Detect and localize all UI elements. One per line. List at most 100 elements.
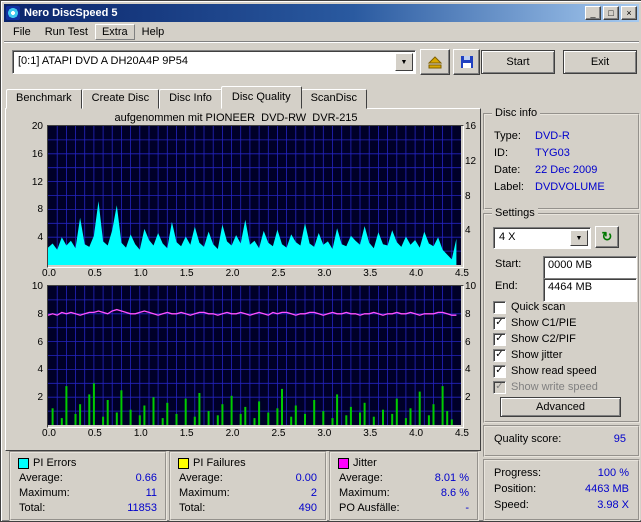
tab-disc-info[interactable]: Disc Info (159, 89, 222, 109)
pi-failures-xaxis: 0.0 0.5 1.0 1.5 2.0 2.5 3.0 3.5 4.0 4.5 (42, 428, 469, 440)
axis-tick-label: 0.5 (87, 428, 102, 439)
axis-tick-label: 8 (37, 308, 43, 320)
refresh-speed-button[interactable]: ↻ (595, 226, 619, 248)
axis-tick-label: 0.0 (42, 428, 56, 439)
axis-tick-label: 2.5 (271, 428, 286, 439)
maximize-button[interactable]: □ (603, 6, 619, 20)
pi-errors-stats: PI Errors Average: 0.66 Maximum: 11 Total:… (9, 451, 167, 521)
disc-label-value: DVDVOLUME (535, 181, 605, 193)
checkbox-show-write-speed: ✓ Show write speed (493, 379, 635, 395)
progress-value: 100 % (597, 467, 629, 479)
checkbox-box[interactable]: ✓ (493, 332, 506, 346)
stat-label: Average: (339, 472, 383, 484)
dropdown-arrow-icon[interactable]: ▼ (570, 230, 588, 246)
axis-tick-label: 0.5 (87, 268, 102, 279)
stat-label: Average: (19, 472, 63, 484)
eject-button[interactable] (420, 49, 450, 75)
floppy-save-icon (460, 56, 473, 68)
menu-extra[interactable]: Extra (94, 23, 135, 40)
recording-drive-caption: aufgenommen mit PIONEER DVD-RW DVR-215 (114, 112, 358, 124)
speed-label: Speed: (494, 499, 529, 511)
stat-title: PI Errors (33, 457, 77, 469)
nero-discspeed-window: Nero DiscSpeed 5 _ □ × File Run Test Ext… (0, 0, 641, 522)
start-button[interactable]: Start (481, 50, 555, 74)
tab-scandisc[interactable]: ScanDisc (300, 89, 368, 109)
drive-select[interactable]: [0:1] ATAPI DVD A DH20A4P 9P54 ▼ (12, 50, 416, 74)
refresh-icon: ↻ (601, 229, 613, 244)
speed-select[interactable]: 4 X ▼ (493, 227, 591, 249)
menubar: File Run Test Extra Help (4, 22, 639, 42)
axis-tick-label: 16 (465, 121, 477, 132)
stat-value: 2 (310, 487, 317, 499)
axis-tick-label: 2 (37, 392, 43, 404)
stat-value: 0.00 (295, 472, 317, 484)
stat-value: 11853 (127, 502, 157, 514)
position-label: Position: (494, 483, 537, 495)
axis-tick-label: 3.0 (317, 268, 332, 279)
axis-tick-label: 4 (37, 364, 43, 376)
tab-disc-quality[interactable]: Disc Quality (220, 86, 302, 109)
checkbox-box[interactable]: ✓ (493, 348, 506, 362)
checkbox-show-c2-pif[interactable]: ✓ Show C2/PIF (493, 331, 635, 347)
quality-score-panel: Quality score: 95 (483, 425, 640, 457)
stat-label: Total: (19, 502, 46, 514)
close-button[interactable]: × (621, 6, 637, 20)
stat-label: Maximum: (19, 487, 70, 499)
axis-tick-label: 4 (37, 232, 43, 244)
toolbar: [0:1] ATAPI DVD A DH20A4P 9P54 ▼ Start E… (4, 42, 639, 81)
disc-quality-panel: aufgenommen mit PIONEER DVD-RW DVR-215 4… (5, 108, 481, 451)
jitter-swatch (338, 457, 349, 469)
menu-run-test[interactable]: Run Test (38, 24, 95, 40)
pi-failures-jitter-chart (47, 285, 464, 428)
drive-select-value: [0:1] ATAPI DVD A DH20A4P 9P54 (18, 55, 188, 67)
axis-tick-label: 1.5 (179, 268, 194, 279)
axis-tick-label: 8 (465, 190, 471, 202)
tab-benchmark[interactable]: Benchmark (6, 89, 82, 109)
checkbox-box[interactable]: ✓ (493, 364, 506, 378)
axis-tick-label: 2.0 (225, 428, 240, 439)
settings-checkboxes: Quick scan ✓ Show C1/PIE ✓ Show C2/PIF ✓ Show … (493, 299, 635, 395)
stat-value: 0.66 (135, 472, 157, 484)
settings-title: Settings (492, 207, 538, 219)
start-position-field[interactable]: 0000 MB (543, 256, 637, 280)
tab-create-disc[interactable]: Create Disc (81, 89, 160, 109)
menu-file[interactable]: File (6, 24, 38, 40)
checkbox-box[interactable]: ✓ (493, 316, 506, 330)
advanced-button[interactable]: Advanced (500, 397, 621, 417)
axis-tick-label: 2.5 (271, 268, 286, 279)
checkbox-label: Show read speed (511, 365, 597, 377)
stat-value: 490 (298, 502, 317, 514)
pi-failures-yaxis-left: 2 4 6 8 10 (9, 281, 45, 426)
tabstrip: Benchmark Create Disc Disc Info Disc Qua… (6, 86, 368, 109)
axis-tick-label: 1.0 (133, 268, 148, 279)
checkbox-box[interactable] (493, 300, 506, 314)
save-results-button[interactable] (453, 49, 480, 75)
disc-type-value: DVD-R (535, 130, 570, 142)
checkbox-show-c1-pie[interactable]: ✓ Show C1/PIE (493, 315, 635, 331)
pi-failures-jitter-plot (48, 286, 461, 425)
pi-errors-yaxis-right: 4 8 12 16 (464, 121, 480, 266)
checkbox-label: Show C2/PIF (511, 333, 576, 345)
checkbox-label: Show jitter (511, 349, 563, 361)
titlebar: Nero DiscSpeed 5 _ □ × (4, 4, 639, 22)
dropdown-arrow-icon[interactable]: ▼ (395, 53, 413, 71)
minimize-button[interactable]: _ (585, 6, 601, 20)
axis-tick-label: 4.5 (455, 428, 469, 439)
menu-help[interactable]: Help (135, 24, 172, 40)
axis-tick-label: 20 (31, 121, 43, 132)
exit-button[interactable]: Exit (563, 50, 637, 74)
stat-value: - (465, 502, 469, 514)
start-position-label: Start: (495, 258, 522, 270)
checkbox-show-read-speed[interactable]: ✓ Show read speed (493, 363, 635, 379)
disc-date-label: Date: (494, 164, 521, 176)
pi-errors-yaxis-left: 4 8 12 16 20 (9, 121, 45, 266)
stat-value: 11 (145, 487, 157, 499)
position-value: 4463 MB (584, 483, 629, 495)
end-position-value: 4464 MB (548, 281, 593, 293)
pi-errors-plot (48, 126, 461, 265)
axis-tick-label: 16 (31, 148, 43, 160)
checkbox-show-jitter[interactable]: ✓ Show jitter (493, 347, 635, 363)
pi-errors-chart (47, 125, 464, 268)
checkbox-quick-scan[interactable]: Quick scan (493, 299, 635, 315)
disc-info-title: Disc info (492, 107, 541, 119)
